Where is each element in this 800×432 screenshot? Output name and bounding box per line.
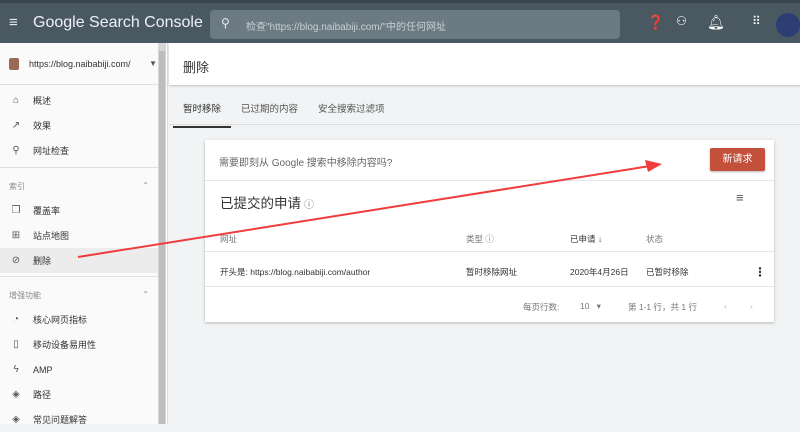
section-label: 增强功能 — [9, 291, 41, 300]
column-label: 已申请 — [570, 234, 596, 244]
search-input[interactable]: ⚲ 检查"https://blog.naibabiji.com/"中的任何网址 — [210, 10, 620, 39]
sitemap-icon: ⊞ — [11, 230, 21, 241]
divider — [205, 286, 774, 287]
label: 核心网页指标 — [33, 315, 88, 325]
page-title: 删除 — [169, 43, 800, 85]
divider — [0, 276, 158, 277]
page-range: 第 1-1 行，共 1 行 — [628, 302, 697, 312]
phone-icon: ▯ — [13, 339, 19, 350]
sidebar-item-url-inspection[interactable]: ⚲ 网址检查 — [0, 138, 158, 163]
row-status: 已暂时移除 — [646, 267, 689, 277]
column-type[interactable]: 类型 ⓘ — [466, 233, 494, 245]
label: 常见问题解答 — [33, 415, 88, 425]
section-enhancements[interactable]: 增强功能 ⌃ — [9, 290, 149, 301]
label: 覆盖率 — [33, 206, 61, 216]
sidebar-item-amp[interactable]: ϟ AMP — [0, 357, 158, 382]
avatar[interactable] — [776, 13, 800, 37]
apps-icon[interactable]: ⠿ — [752, 14, 761, 28]
label: 删除 — [33, 256, 52, 266]
divider — [0, 167, 158, 168]
column-label: 类型 — [466, 234, 484, 244]
divider — [205, 251, 774, 252]
rows-per-page-value: 10 — [580, 301, 590, 311]
scrollbar-thumb[interactable] — [159, 51, 165, 424]
menu-icon[interactable]: ≡ — [9, 14, 18, 31]
column-requested[interactable]: 已申请 ↓ — [570, 233, 602, 245]
section-label: 索引 — [9, 182, 25, 191]
sidebar-item-overview[interactable]: ⌂ 概述 — [0, 88, 158, 113]
property-url: https://blog.naibabiji.com/ — [29, 58, 131, 69]
layers-icon: ◈ — [12, 414, 20, 425]
sidebar-item-removals[interactable]: ⊘ 删除 — [0, 248, 158, 273]
sidebar-item-coverage[interactable]: ❐ 覆盖率 — [0, 198, 158, 223]
row-type: 暂时移除网址 — [466, 267, 518, 277]
prompt-text: 需要即刻从 Google 搜索中移除内容吗? — [219, 158, 393, 169]
section-index[interactable]: 索引 ⌃ — [9, 181, 149, 192]
bolt-icon: ϟ — [13, 364, 19, 375]
section-title: 已提交的申请 ⓘ — [220, 192, 314, 212]
sidebar-item-core-web-vitals[interactable]: ◔ 核心网页指标 — [0, 307, 158, 332]
more-vert-icon[interactable]: ⋮ — [754, 265, 766, 279]
manage-users-icon[interactable]: ⚇ — [676, 14, 687, 28]
sidebar-item-sitemaps[interactable]: ⊞ 站点地图 — [0, 223, 158, 248]
label: 网址检查 — [33, 146, 70, 156]
property-selector[interactable]: https://blog.naibabiji.com/ ▼ — [0, 43, 167, 85]
search-placeholder: 检查"https://blog.naibabiji.com/"中的任何网址 — [246, 22, 446, 33]
chevron-up-icon: ⌃ — [142, 181, 149, 190]
label: 效果 — [33, 121, 52, 131]
sidebar-item-faq[interactable]: ◈ 常见问题解答 — [0, 407, 158, 432]
new-request-button[interactable]: 新请求 — [710, 148, 765, 171]
search-icon: ⚲ — [221, 16, 230, 30]
eye-off-icon: ⊘ — [11, 255, 21, 266]
row-url: 开头是: https://blog.naibabiji.com/author — [220, 267, 371, 277]
column-status[interactable]: 状态 — [646, 233, 663, 245]
divider — [205, 180, 774, 181]
brand-logo[interactable]: Google Search Console — [33, 14, 203, 32]
label: AMP — [33, 364, 53, 375]
label: 站点地图 — [33, 231, 70, 241]
property-icon — [9, 57, 19, 70]
dropdown-icon: ▼ — [149, 59, 157, 68]
label: 概述 — [33, 96, 52, 106]
sidebar: https://blog.naibabiji.com/ ▼ ⌂ 概述 ↗ 效果 ⚲ 网… — [0, 43, 168, 425]
copy-icon: ❐ — [11, 205, 21, 216]
help-icon[interactable]: ❓ — [647, 14, 664, 31]
requests-card: 需要即刻从 Google 搜索中移除内容吗? 新请求 已提交的申请 ⓘ ≡ 网址 … — [205, 140, 774, 322]
home-icon: ⌂ — [12, 95, 20, 106]
sidebar-item-breadcrumbs[interactable]: ◈ 路径 — [0, 382, 158, 407]
sort-down-icon: ↓ — [597, 234, 603, 244]
column-url[interactable]: 网址 — [220, 233, 237, 245]
filter-icon[interactable]: ≡ — [736, 190, 744, 205]
trending-icon: ↗ — [11, 120, 21, 131]
top-bar: ≡ Google Search Console ⚲ 检查"https://blo… — [0, 0, 800, 43]
help-icon[interactable]: ⓘ — [485, 234, 494, 244]
main-content: 删除 暂时移除 已过期的内容 安全搜索过滤项 需要即刻从 Google 搜索中移… — [169, 43, 800, 424]
search-icon: ⚲ — [12, 145, 20, 156]
dropdown-icon: ▾ — [596, 301, 601, 311]
bell-icon[interactable]: 🔔︎ — [707, 14, 725, 31]
rows-per-page-select[interactable]: 10 ▾ — [580, 301, 601, 312]
sidebar-item-performance[interactable]: ↗ 效果 — [0, 113, 158, 138]
subtitle-text: 已提交的申请 — [220, 196, 301, 211]
rows-per-page-label: 每页行数: — [523, 302, 560, 312]
layers-icon: ◈ — [12, 389, 20, 400]
prev-page-button[interactable]: ‹ — [724, 301, 727, 311]
divider — [169, 124, 800, 125]
label: 移动设备易用性 — [33, 340, 97, 350]
sidebar-scrollbar[interactable] — [158, 43, 166, 424]
sidebar-item-mobile-usability[interactable]: ▯ 移动设备易用性 — [0, 332, 158, 357]
chevron-up-icon: ⌃ — [142, 290, 149, 299]
row-date: 2020年4月26日 — [570, 267, 629, 277]
help-icon[interactable]: ⓘ — [304, 200, 314, 211]
gauge-icon: ◔ — [12, 314, 20, 325]
label: 路径 — [33, 390, 52, 400]
next-page-button[interactable]: › — [750, 301, 753, 311]
